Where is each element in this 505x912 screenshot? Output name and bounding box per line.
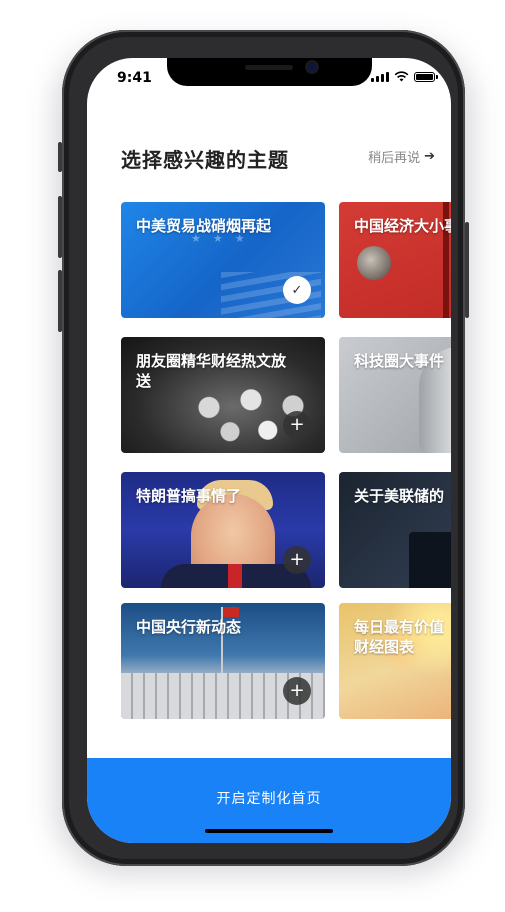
power-button [465,222,469,318]
skip-label: 稍后再说 [368,151,421,166]
topic-card-label: 中国央行新动态 [136,618,242,636]
topic-card-wechat-hot[interactable]: 朋友圈精华财经热文放送 + [121,337,325,453]
volume-up-button [58,196,62,258]
plus-icon[interactable]: + [283,546,311,574]
topic-card-label: 中国经济大小事 [354,217,451,235]
topic-card-label: 朋友圈精华财经热文放送 [136,352,287,390]
cta-label: 开启定制化首页 [216,791,322,807]
topic-card-label: 科技圈大事件 [354,352,445,370]
notch [167,58,372,86]
topic-card-fed[interactable]: 关于美联储的 [339,472,451,588]
wifi-icon [394,71,409,82]
volume-down-button [58,270,62,332]
topic-card-label: 特朗普搞事情了 [136,487,242,505]
start-custom-home-button[interactable]: 开启定制化首页 [87,758,451,843]
topic-card-pboc[interactable]: 中国央行新动态 + [121,603,325,719]
topic-card-tech[interactable]: 科技圈大事件 [339,337,451,453]
topic-card-charts[interactable]: 每日最有价值财经图表 [339,603,451,719]
topic-card-china-economy[interactable]: 中国经济大小事 [339,202,451,318]
signal-icon [371,72,389,82]
app-screen: 9:41 选择感兴趣的主题 稍后再说 ➔ ★★★ 中美贸易战硝烟再起 ✓ 中国经… [87,58,451,843]
page-title: 选择感兴趣的主题 [121,148,289,172]
arrow-right-icon: ➔ [424,149,435,164]
topic-card-trump[interactable]: 特朗普搞事情了 + [121,472,325,588]
battery-icon [414,72,438,82]
coin-image [357,246,391,280]
speaker-grille [245,65,293,70]
status-time: 9:41 [117,70,152,86]
tie-image [228,564,242,588]
skip-button[interactable]: 稍后再说 ➔ [368,147,435,166]
home-indicator[interactable] [205,829,333,833]
topic-card-label: 关于美联储的 [354,487,445,505]
front-camera [307,62,317,72]
topic-card-label: 中美贸易战硝烟再起 [136,217,272,235]
check-icon[interactable]: ✓ [283,276,311,304]
mute-switch [58,142,62,172]
plus-icon[interactable]: + [283,411,311,439]
plus-icon[interactable]: + [283,677,311,705]
flag-image [223,607,239,617]
topic-card-label: 每日最有价值财经图表 [354,618,445,656]
topic-card-trade-war[interactable]: ★★★ 中美贸易战硝烟再起 ✓ [121,202,325,318]
status-icons [371,71,438,82]
podium-image [409,532,451,588]
